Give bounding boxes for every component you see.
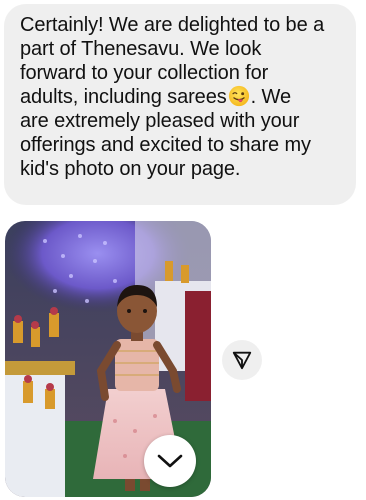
message-line: offerings and excited to share my: [20, 134, 311, 156]
message-line: kid's photo on your page.: [20, 158, 241, 180]
photo-attachment[interactable]: [5, 221, 211, 497]
expand-button[interactable]: [144, 435, 196, 487]
message-line: are extremely pleased with your: [20, 110, 300, 132]
message-line: forward to your collection for: [20, 62, 269, 84]
message-text: adults, including sarees: [20, 86, 227, 108]
message-line-with-emoji: adults, including sarees . We: [20, 85, 342, 109]
winking-face-with-tongue-icon: [228, 85, 249, 107]
share-button[interactable]: [222, 340, 262, 380]
paper-plane-icon: [232, 351, 252, 370]
message-line: Certainly! We are delighted to be a: [20, 14, 325, 36]
message-text: . We: [250, 86, 291, 108]
chevron-down-icon: [157, 454, 183, 468]
message-bubble[interactable]: Certainly! We are delighted to be a part…: [4, 4, 356, 205]
message-line: part of Thenesavu. We look: [20, 38, 262, 60]
